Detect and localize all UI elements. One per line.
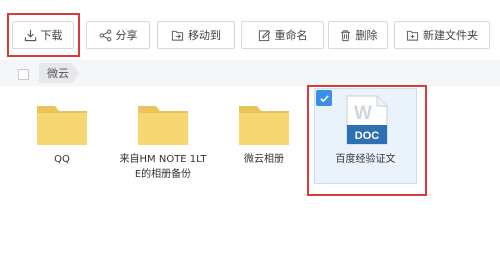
move-to-button[interactable]: 移动到 bbox=[157, 21, 235, 49]
file-name: QQ bbox=[54, 154, 70, 165]
new-folder-button[interactable]: 新建文件夹 bbox=[394, 21, 490, 49]
folder-icon bbox=[138, 106, 188, 145]
file-item-qq[interactable]: QQ bbox=[17, 90, 107, 190]
folder-icon bbox=[239, 106, 289, 145]
new-folder-label: 新建文件夹 bbox=[423, 28, 478, 42]
toolbar: 下载 分享 移动到 重命名 删除 新建文件夹 bbox=[0, 0, 500, 58]
new-folder-icon bbox=[406, 30, 419, 41]
file-name: 百度经验证文 bbox=[335, 154, 396, 165]
download-label: 下载 bbox=[40, 28, 63, 42]
delete-label: 删除 bbox=[355, 28, 378, 42]
delete-button[interactable]: 删除 bbox=[328, 21, 388, 49]
doc-badge: DOC bbox=[355, 130, 380, 142]
rename-button[interactable]: 重命名 bbox=[241, 21, 324, 49]
select-all-checkbox[interactable] bbox=[18, 69, 29, 80]
download-icon bbox=[24, 29, 36, 41]
share-button[interactable]: 分享 bbox=[86, 21, 150, 49]
rename-label: 重命名 bbox=[274, 28, 308, 42]
file-name: 来自HM NOTE 1LT E的相册备份 bbox=[119, 154, 207, 180]
move-icon bbox=[171, 30, 184, 41]
word-doc-icon: W DOC bbox=[346, 95, 388, 145]
file-name: 微云相册 bbox=[244, 154, 284, 165]
move-to-label: 移动到 bbox=[188, 28, 221, 42]
breadcrumb-root-label: 微云 bbox=[47, 67, 69, 80]
download-button[interactable]: 下载 bbox=[12, 21, 74, 49]
file-item-hm-note[interactable]: 来自HM NOTE 1LT E的相册备份 bbox=[118, 90, 208, 190]
trash-icon bbox=[340, 29, 350, 41]
breadcrumb-root[interactable]: 微云 bbox=[39, 63, 79, 83]
folder-icon bbox=[37, 106, 87, 145]
check-icon bbox=[319, 94, 329, 102]
share-icon bbox=[99, 29, 111, 41]
rename-icon bbox=[258, 29, 270, 41]
share-label: 分享 bbox=[115, 28, 138, 42]
doc-letter: W bbox=[354, 103, 372, 124]
file-item-weiyun-album[interactable]: 微云相册 bbox=[219, 90, 309, 190]
selected-checkbox[interactable] bbox=[316, 90, 332, 106]
